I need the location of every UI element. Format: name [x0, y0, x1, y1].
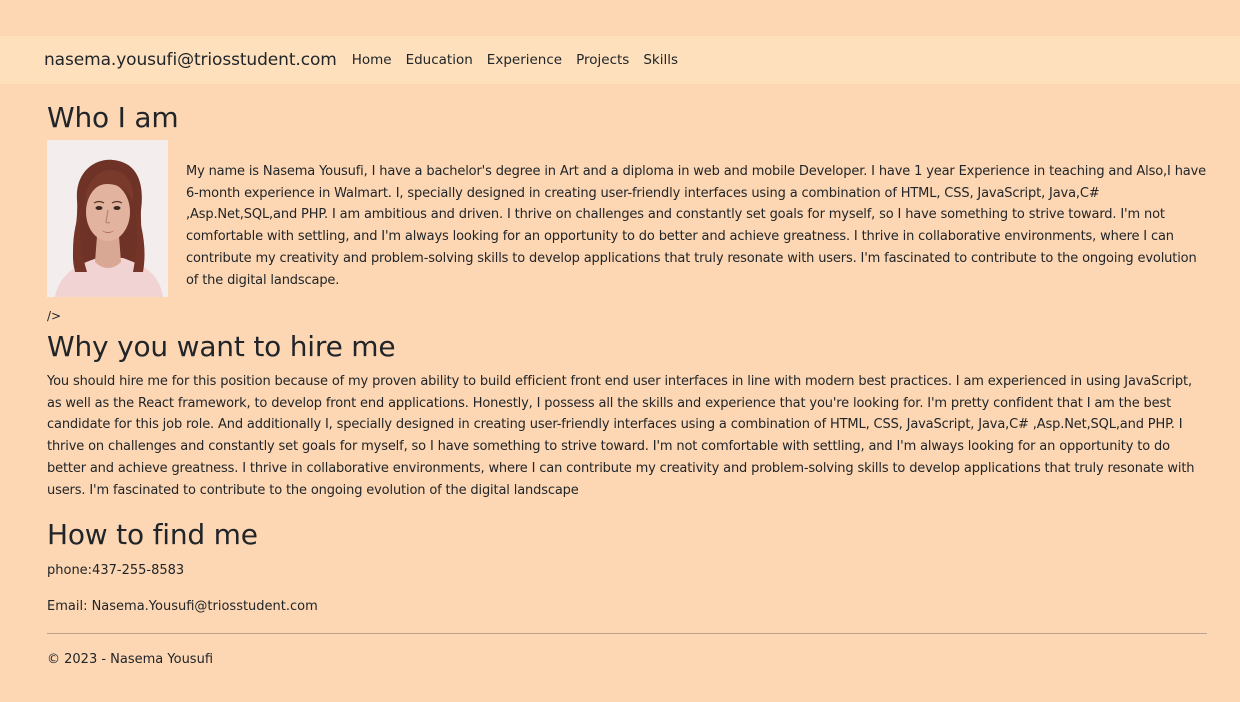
nav-item-education: Education: [399, 52, 480, 68]
nav-link-experience[interactable]: Experience: [480, 52, 569, 68]
who-i-am-heading: Who I am: [47, 101, 179, 134]
hire-me-heading: Why you want to hire me: [47, 330, 396, 363]
profile-photo: [47, 140, 168, 297]
who-i-am-section: My name is Nasema Yousufi, I have a bach…: [47, 140, 1207, 297]
nav-link-education[interactable]: Education: [399, 52, 480, 68]
nav-link-projects[interactable]: Projects: [569, 52, 636, 68]
profile-portrait-image: [47, 140, 168, 297]
main-content: Who I am My name is Nasema Yousufi, I ha…: [47, 96, 1207, 670]
find-me-heading: How to find me: [47, 518, 258, 552]
email-text: Email: Nasema.Yousufi@triosstudent.com: [47, 599, 318, 615]
nav-item-home: Home: [345, 52, 399, 68]
nav-menu: Home Education Experience Projects Skill…: [345, 52, 685, 68]
footer-copyright: © 2023 - Nasema Yousufi: [47, 652, 214, 668]
nav-item-projects: Projects: [569, 52, 636, 68]
nav-link-skills[interactable]: Skills: [636, 52, 685, 68]
stray-markup-text: />: [47, 309, 62, 323]
nav-link-home[interactable]: Home: [345, 52, 399, 68]
hire-me-paragraph: You should hire me for this position bec…: [47, 374, 1195, 498]
bio-paragraph: My name is Nasema Yousufi, I have a bach…: [186, 164, 1207, 288]
navbar: nasema.yousufi@triosstudent.com Home Edu…: [0, 36, 1240, 84]
nav-item-skills: Skills: [636, 52, 685, 68]
nav-item-experience: Experience: [480, 52, 569, 68]
phone-text: phone:437-255-8583: [47, 563, 185, 579]
navbar-brand[interactable]: nasema.yousufi@triosstudent.com: [44, 50, 337, 70]
footer-divider: [47, 633, 1207, 635]
